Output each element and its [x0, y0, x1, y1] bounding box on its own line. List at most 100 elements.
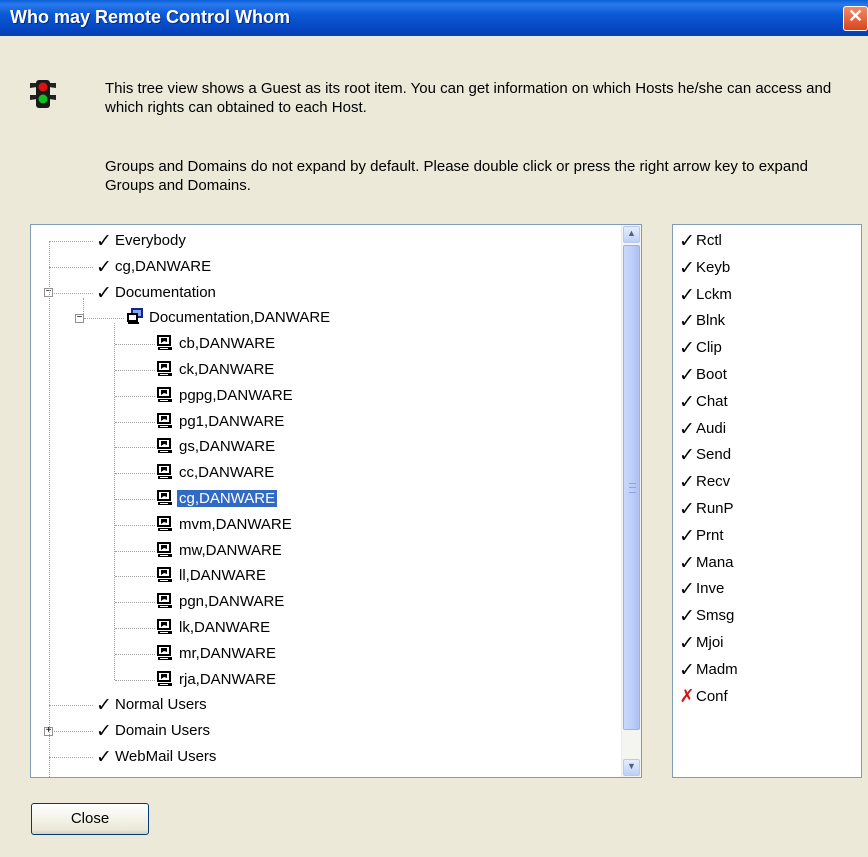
- check-icon: ✓: [679, 310, 695, 333]
- window-close-button[interactable]: ✕: [843, 6, 868, 31]
- tree-connector: [115, 473, 155, 475]
- tree-host-item[interactable]: pgpg,DANWARE: [156, 383, 295, 409]
- right-item-chat[interactable]: ✓Chat: [678, 389, 728, 415]
- scroll-down-button[interactable]: ▼: [623, 759, 640, 776]
- tree-connector: [115, 421, 155, 423]
- tree-connector: [115, 576, 155, 578]
- close-button[interactable]: Close: [31, 803, 149, 835]
- tree-host-item[interactable]: mr,DANWARE: [156, 641, 278, 667]
- tree-connector: [49, 241, 93, 242]
- tree-host-item[interactable]: rja,DANWARE: [156, 667, 278, 693]
- right-label: Madm: [696, 660, 738, 678]
- tree-item-bottom-1[interactable]: ✓ Domain Users: [95, 718, 212, 744]
- right-label: Inve: [696, 580, 725, 598]
- access-tree-view[interactable]: ✓ Everybody ✓ cg,DANWARE ✓ Documentation − Docu…: [30, 224, 642, 778]
- right-label: Audi: [696, 419, 727, 437]
- tree-item-bottom-3[interactable]: ✓Every-One: [95, 770, 189, 777]
- rights-list[interactable]: ✓Rctl ✓Keyb ✓Lckm ✓Blnk ✓Clip ✓Boot ✓Chat ✓Audi…: [672, 224, 862, 778]
- scroll-thumb[interactable]: [623, 245, 640, 730]
- check-icon: ✓: [679, 605, 695, 628]
- tree-vertical-scrollbar[interactable]: ▲ ▼: [621, 225, 641, 777]
- check-icon: ✓: [679, 444, 695, 467]
- scroll-up-button[interactable]: ▲: [623, 226, 640, 243]
- deny-x-icon: ✗: [679, 685, 695, 707]
- right-item-clip[interactable]: ✓Clip: [678, 335, 722, 361]
- tree-host-item[interactable]: ck,DANWARE: [156, 357, 276, 383]
- host-computer-icon: [156, 462, 174, 480]
- tree-item-bottom-0[interactable]: ✓ Normal Users: [95, 692, 209, 718]
- right-item-mjoi[interactable]: ✓Mjoi: [678, 630, 723, 656]
- window-title: Who may Remote Control Whom: [10, 7, 290, 27]
- right-item-audi[interactable]: ✓Audi: [678, 416, 726, 442]
- host-computer-icon: [156, 359, 174, 377]
- tree-host-item[interactable]: pgn,DANWARE: [156, 589, 286, 615]
- tree-item-label: ck,DANWARE: [179, 361, 275, 378]
- tree-connector: [115, 370, 155, 371]
- tree-connector: [84, 318, 124, 320]
- right-label: Chat: [696, 392, 728, 410]
- right-item-rctl[interactable]: ✓Rctl: [678, 228, 722, 254]
- tree-connector: [49, 241, 50, 777]
- tree-item-label: WebMail Users: [115, 748, 217, 765]
- check-icon: ✓: [679, 498, 695, 520]
- tree-host-item[interactable]: cg,DANWARE: [156, 486, 279, 512]
- tree-item-label: mr,DANWARE: [179, 644, 276, 662]
- tree-host-item[interactable]: cc,DANWARE: [156, 460, 276, 486]
- check-icon: ✓: [96, 694, 112, 717]
- right-item-keyb[interactable]: ✓Keyb: [678, 255, 730, 281]
- tree-item-label: pgn,DANWARE: [179, 593, 285, 611]
- minus-icon: −: [76, 311, 83, 323]
- tree-item-1[interactable]: ✓ cg,DANWARE: [95, 254, 213, 280]
- tree-item-0[interactable]: ✓ Everybody: [95, 228, 188, 254]
- tree-host-item[interactable]: cb,DANWARE: [156, 331, 277, 357]
- tree-connector: [115, 679, 155, 681]
- right-item-inve[interactable]: ✓Inve: [678, 576, 724, 602]
- right-label: Boot: [696, 366, 727, 383]
- traffic-light-icon: [30, 80, 56, 108]
- check-icon: ✓: [679, 632, 695, 654]
- right-item-blnk[interactable]: ✓Blnk: [678, 308, 725, 334]
- right-item-boot[interactable]: ✓Boot: [678, 362, 727, 388]
- tree-item-label: pgpg,DANWARE: [179, 386, 293, 404]
- tree-host-item[interactable]: ll,DANWARE: [156, 563, 268, 589]
- tree-item-label: Everybody: [115, 232, 186, 249]
- right-label: Smsg: [696, 607, 735, 625]
- tree-host-item[interactable]: lk,DANWARE: [156, 615, 272, 641]
- tree-host-item[interactable]: mw,DANWARE: [156, 538, 284, 564]
- check-icon: ✓: [679, 230, 695, 252]
- right-item-send[interactable]: ✓Send: [678, 442, 731, 468]
- tree-connector: [115, 447, 155, 449]
- host-computer-icon: [156, 565, 174, 583]
- tree-item-label: Every-One: [113, 774, 189, 777]
- right-item-recv[interactable]: ✓Recv: [678, 469, 730, 495]
- tree-item-bottom-2[interactable]: ✓ WebMail Users: [95, 744, 218, 770]
- check-icon: ✓: [96, 720, 112, 743]
- tree-item-label: gs,DANWARE: [179, 438, 276, 456]
- tree-item-2[interactable]: ✓ Documentation: [95, 280, 218, 306]
- tree-item-label: cg,DANWARE: [115, 257, 212, 275]
- domain-icon: [126, 307, 144, 325]
- grip-icon: [629, 483, 636, 493]
- host-computer-icon: [156, 643, 174, 661]
- tree-host-item[interactable]: pg1,DANWARE: [156, 409, 286, 435]
- right-label: Send: [696, 446, 732, 464]
- right-item-madm[interactable]: ✓Madm: [678, 657, 738, 683]
- right-label: Keyb: [696, 258, 731, 276]
- right-item-conf[interactable]: ✗Conf: [678, 684, 727, 710]
- tree-connector: [115, 524, 155, 526]
- tree-host-item[interactable]: gs,DANWARE: [156, 434, 277, 460]
- right-item-mana[interactable]: ✓Mana: [678, 550, 734, 576]
- tree-connector: [114, 323, 115, 680]
- tree-item-domain[interactable]: Documentation,DANWARE: [126, 305, 332, 331]
- tree-item-label: ll,DANWARE: [179, 567, 266, 585]
- tree-host-item[interactable]: mvm,DANWARE: [156, 512, 294, 538]
- right-item-smsg[interactable]: ✓Smsg: [678, 603, 734, 629]
- check-icon: ✓: [96, 746, 112, 768]
- right-item-prnt[interactable]: ✓Prnt: [678, 523, 723, 549]
- right-item-lckm[interactable]: ✓Lckm: [678, 282, 732, 308]
- tree-item-label: cg,DANWARE: [175, 489, 279, 508]
- check-icon: ✓: [679, 364, 695, 386]
- host-computer-icon: [156, 617, 174, 635]
- right-item-runp[interactable]: ✓RunP: [678, 496, 734, 522]
- check-icon: ✓: [679, 578, 695, 601]
